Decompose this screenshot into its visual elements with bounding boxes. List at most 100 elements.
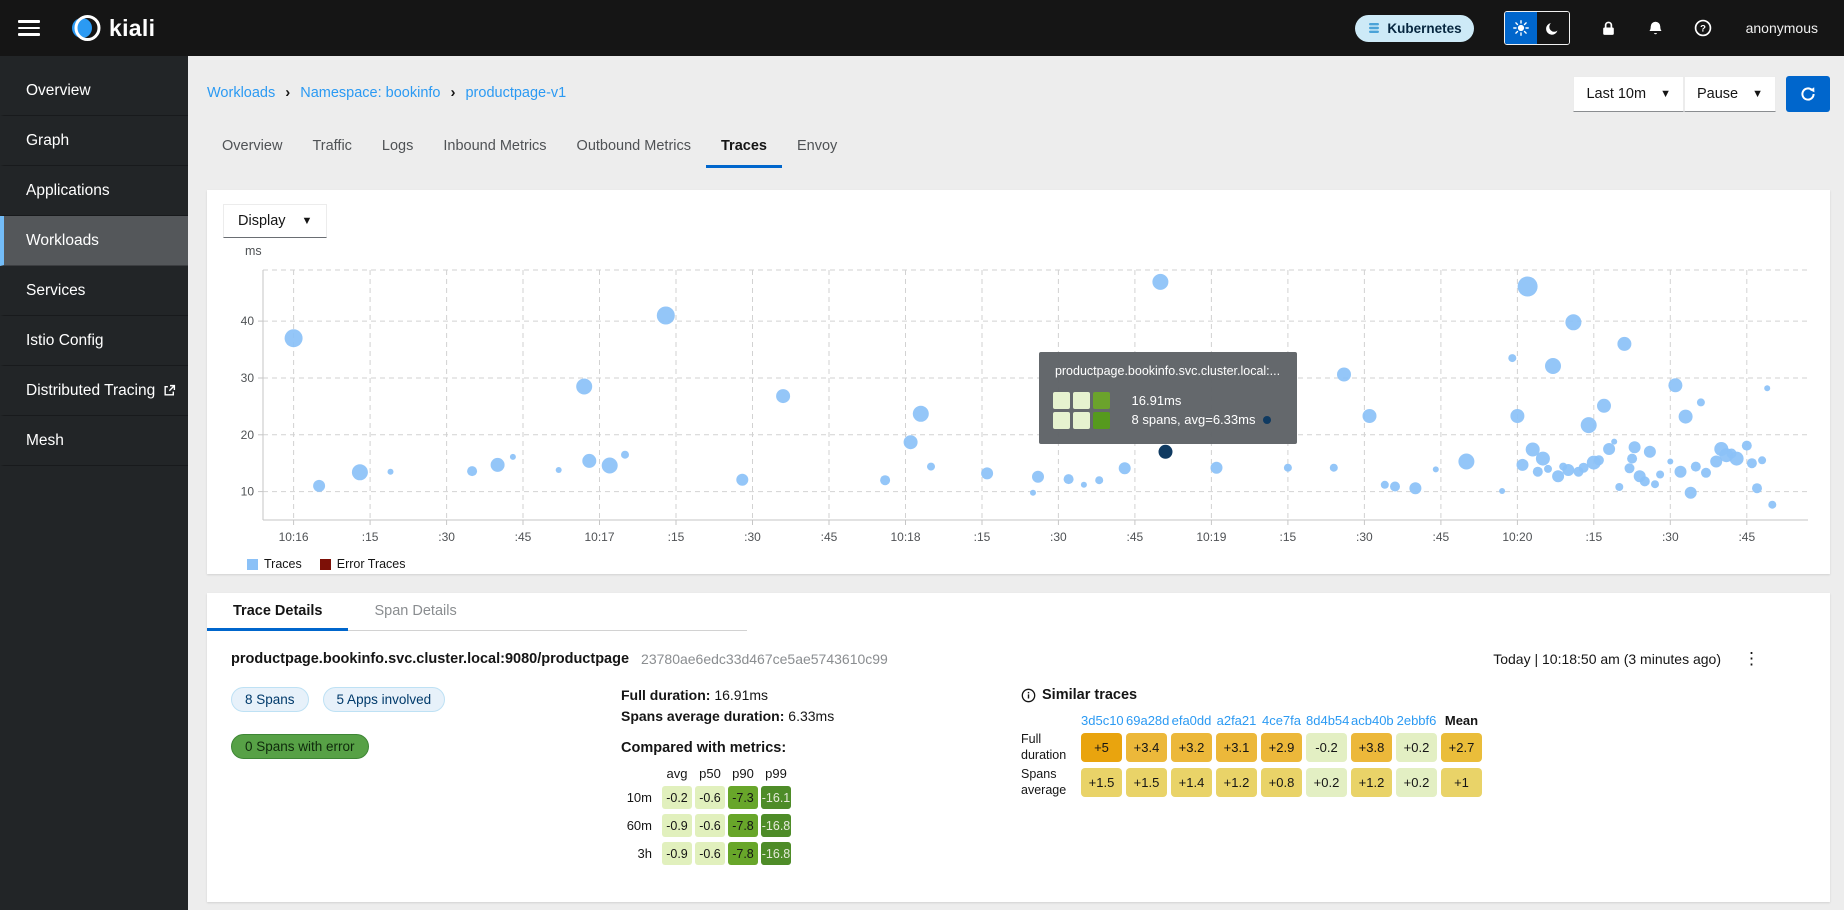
svg-text::45: :45 bbox=[515, 530, 532, 544]
question-circle-icon: ? bbox=[1694, 19, 1712, 37]
tab-envoy[interactable]: Envoy bbox=[782, 130, 852, 168]
notifications-button[interactable] bbox=[1647, 20, 1664, 37]
sidebar-item-mesh[interactable]: Mesh bbox=[0, 416, 188, 466]
legend-error-traces[interactable]: Error Traces bbox=[320, 557, 406, 571]
trace-timestamp: Today | 10:18:50 am (3 minutes ago) bbox=[1493, 651, 1721, 667]
breadcrumb-namespace-link[interactable]: Namespace: bookinfo bbox=[300, 85, 440, 101]
scatter-plot[interactable]: 1020304010:16:15:30:4510:17:15:30:4510:1… bbox=[223, 262, 1814, 550]
similar-traces-table: 3d5c10 69a28d efa0dd a2fa21 4ce7fa 8d4b5… bbox=[1021, 713, 1810, 799]
info-circle-icon bbox=[1021, 688, 1036, 703]
svg-text::45: :45 bbox=[1433, 530, 1450, 544]
similar-cell: +2.9 bbox=[1261, 733, 1302, 762]
svg-text::45: :45 bbox=[821, 530, 838, 544]
mean-column-header: Mean bbox=[1441, 713, 1482, 728]
auth-lock-button[interactable] bbox=[1600, 20, 1617, 37]
svg-text::45: :45 bbox=[1738, 530, 1755, 544]
similar-cell: +0.8 bbox=[1261, 768, 1302, 797]
svg-text::15: :15 bbox=[1280, 530, 1297, 544]
metric-cell: -16.8 bbox=[761, 842, 791, 865]
sidebar-item-applications[interactable]: Applications bbox=[0, 166, 188, 216]
svg-text:10:16: 10:16 bbox=[279, 530, 309, 544]
svg-text:10: 10 bbox=[241, 485, 255, 499]
dark-theme-button[interactable] bbox=[1537, 12, 1569, 44]
similar-cell: +1 bbox=[1441, 768, 1482, 797]
trace-badges-column: 8 Spans 5 Apps involved 0 Spans with err… bbox=[231, 687, 561, 865]
svg-text:10:17: 10:17 bbox=[584, 530, 614, 544]
masthead: kiali Kubernetes bbox=[0, 0, 1844, 56]
similar-cell: +2.7 bbox=[1441, 733, 1482, 762]
trace-detail-tabs: Trace Details Span Details bbox=[207, 593, 747, 631]
similar-cell: -0.2 bbox=[1306, 733, 1347, 762]
metric-cell: -7.8 bbox=[728, 814, 758, 837]
refresh-interval-dropdown[interactable]: Pause ▼ bbox=[1684, 76, 1776, 112]
help-button[interactable]: ? bbox=[1694, 19, 1712, 37]
theme-toggle bbox=[1504, 11, 1570, 45]
svg-text::30: :30 bbox=[1050, 530, 1067, 544]
kebab-menu-icon[interactable]: ⋮ bbox=[1735, 647, 1768, 671]
full-duration-value: 16.91ms bbox=[714, 687, 768, 703]
sidebar-item-graph[interactable]: Graph bbox=[0, 116, 188, 166]
bell-icon bbox=[1647, 20, 1664, 37]
lock-icon bbox=[1600, 20, 1617, 37]
breadcrumb-separator-icon: › bbox=[450, 84, 455, 101]
sidebar-item-overview[interactable]: Overview bbox=[0, 66, 188, 116]
similar-cell: +5 bbox=[1081, 733, 1122, 762]
display-dropdown[interactable]: Display ▼ bbox=[223, 204, 327, 238]
similar-cell: +1.2 bbox=[1216, 768, 1257, 797]
metric-cell: -0.6 bbox=[695, 842, 725, 865]
tab-traces[interactable]: Traces bbox=[706, 130, 782, 168]
tab-outbound-metrics[interactable]: Outbound Metrics bbox=[562, 130, 706, 168]
spans-with-error-badge: 0 Spans with error bbox=[231, 734, 369, 759]
breadcrumb-workload-link[interactable]: productpage-v1 bbox=[465, 85, 566, 101]
similar-trace-link[interactable]: 69a28d bbox=[1126, 713, 1167, 728]
traces-scatter-chart[interactable]: ms 1020304010:16:15:30:4510:17:15:30:451… bbox=[223, 244, 1814, 555]
tab-logs[interactable]: Logs bbox=[367, 130, 428, 168]
svg-text:10:20: 10:20 bbox=[1502, 530, 1532, 544]
trace-details-card: Trace Details Span Details productpage.b… bbox=[207, 593, 1830, 902]
similar-trace-link[interactable]: 4ce7fa bbox=[1261, 713, 1302, 728]
light-theme-button[interactable] bbox=[1505, 12, 1537, 44]
similar-trace-link[interactable]: 8d4b54 bbox=[1306, 713, 1347, 728]
trace-title: productpage.bookinfo.svc.cluster.local:9… bbox=[231, 651, 629, 667]
similar-cell: +3.2 bbox=[1171, 733, 1212, 762]
sidebar-item-workloads[interactable]: Workloads bbox=[0, 216, 188, 266]
metric-cell: -16.1 bbox=[761, 786, 791, 809]
sidebar-item-services[interactable]: Services bbox=[0, 266, 188, 316]
main-content: Workloads › Namespace: bookinfo › produc… bbox=[188, 56, 1844, 910]
similar-trace-link[interactable]: 2ebbf6 bbox=[1396, 713, 1437, 728]
similar-trace-link[interactable]: 3d5c10 bbox=[1081, 713, 1122, 728]
tab-traffic[interactable]: Traffic bbox=[297, 130, 366, 168]
external-link-icon bbox=[163, 384, 176, 397]
svg-text::30: :30 bbox=[744, 530, 761, 544]
svg-text:20: 20 bbox=[241, 428, 255, 442]
sidebar-nav: Overview Graph Applications Workloads Se… bbox=[0, 56, 188, 910]
time-controls: Last 10m ▼ Pause ▼ bbox=[1573, 76, 1830, 112]
tab-inbound-metrics[interactable]: Inbound Metrics bbox=[428, 130, 561, 168]
similar-trace-link[interactable]: a2fa21 bbox=[1216, 713, 1257, 728]
sidebar-item-distributed-tracing[interactable]: Distributed Tracing bbox=[0, 366, 188, 416]
workload-tabs: Overview Traffic Logs Inbound Metrics Ou… bbox=[207, 130, 1830, 168]
chevron-down-icon: ▼ bbox=[1660, 88, 1671, 100]
legend-traces[interactable]: Traces bbox=[247, 557, 302, 571]
sidebar-item-istio-config[interactable]: Istio Config bbox=[0, 316, 188, 366]
breadcrumb-separator-icon: › bbox=[285, 84, 290, 101]
tab-span-details[interactable]: Span Details bbox=[348, 593, 482, 631]
similar-trace-link[interactable]: acb40b bbox=[1351, 713, 1392, 728]
svg-text::15: :15 bbox=[668, 530, 685, 544]
tab-overview[interactable]: Overview bbox=[207, 130, 297, 168]
breadcrumb-workloads-link[interactable]: Workloads bbox=[207, 85, 275, 101]
compared-metrics-table: avg p50 p90 p99 10m -0.2 -0.6 -7.3 -16.1… bbox=[621, 766, 961, 865]
cluster-badge-label: Kubernetes bbox=[1387, 21, 1461, 36]
moon-icon bbox=[1545, 21, 1560, 36]
nav-toggle-hamburger-icon[interactable] bbox=[18, 20, 40, 36]
metric-cell: -16.8 bbox=[761, 814, 791, 837]
duration-dropdown[interactable]: Last 10m ▼ bbox=[1573, 76, 1684, 112]
refresh-button[interactable] bbox=[1786, 76, 1830, 112]
similar-trace-link[interactable]: efa0dd bbox=[1171, 713, 1212, 728]
user-menu[interactable]: anonymous bbox=[1746, 20, 1818, 36]
metric-cell: -0.9 bbox=[662, 814, 692, 837]
svg-text::45: :45 bbox=[1127, 530, 1144, 544]
tab-trace-details[interactable]: Trace Details bbox=[207, 593, 348, 631]
similar-cell: +3.8 bbox=[1351, 733, 1392, 762]
svg-text:?: ? bbox=[1700, 23, 1706, 34]
